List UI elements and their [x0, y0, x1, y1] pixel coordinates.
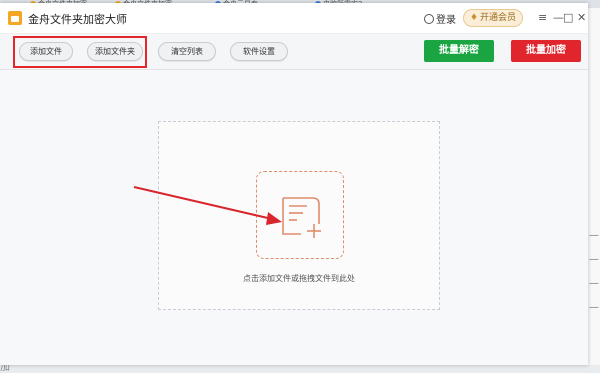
annotation-arrow	[133, 186, 282, 225]
